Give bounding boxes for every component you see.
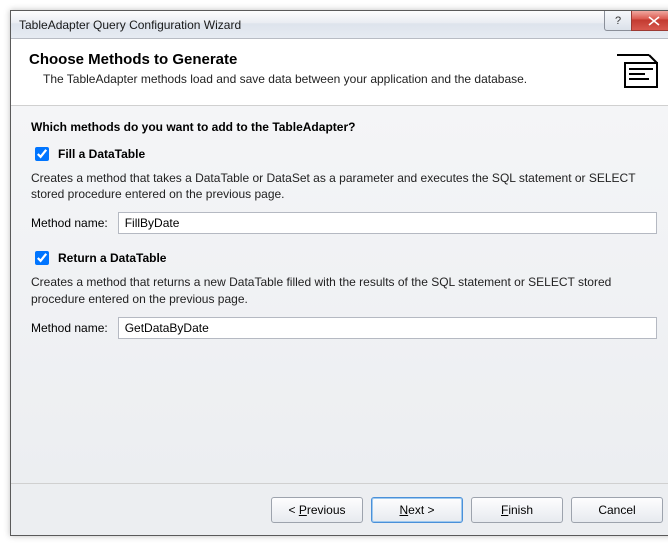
titlebar-controls: ? <box>605 11 668 31</box>
wizard-footer: < Previous Next > Finish Cancel <box>11 483 668 535</box>
return-method-label: Method name: <box>31 321 108 335</box>
finish-button[interactable]: Finish <box>471 497 563 523</box>
close-button[interactable] <box>631 11 668 31</box>
return-label: Return a DataTable <box>58 251 166 265</box>
header-title: Choose Methods to Generate <box>29 51 599 68</box>
return-checkbox[interactable] <box>35 251 49 265</box>
fill-method-label: Method name: <box>31 216 108 230</box>
body-prompt: Which methods do you want to add to the … <box>31 120 657 134</box>
fill-description: Creates a method that takes a DataTable … <box>31 170 657 202</box>
close-icon <box>648 16 660 26</box>
wizard-header: Choose Methods to Generate The TableAdap… <box>11 39 668 106</box>
fill-datatable-option: Fill a DataTable <box>31 144 657 164</box>
fill-method-row: Method name: <box>31 212 657 234</box>
wizard-body: Which methods do you want to add to the … <box>11 106 668 483</box>
fill-method-input[interactable] <box>118 212 657 234</box>
wizard-window: TableAdapter Query Configuration Wizard … <box>10 10 668 536</box>
header-subtitle: The TableAdapter methods load and save d… <box>43 72 599 86</box>
fill-label: Fill a DataTable <box>58 147 145 161</box>
cancel-button[interactable]: Cancel <box>571 497 663 523</box>
window-title: TableAdapter Query Configuration Wizard <box>19 18 241 32</box>
help-button[interactable]: ? <box>604 11 632 31</box>
return-method-input[interactable] <box>118 317 657 339</box>
fill-checkbox[interactable] <box>35 147 49 161</box>
help-icon: ? <box>615 15 621 27</box>
return-datatable-option: Return a DataTable <box>31 248 657 268</box>
return-description: Creates a method that returns a new Data… <box>31 274 657 306</box>
previous-button[interactable]: < Previous <box>271 497 363 523</box>
titlebar: TableAdapter Query Configuration Wizard … <box>11 11 668 39</box>
header-text: Choose Methods to Generate The TableAdap… <box>29 49 599 86</box>
return-method-row: Method name: <box>31 317 657 339</box>
wizard-header-icon <box>611 51 659 91</box>
next-button[interactable]: Next > <box>371 497 463 523</box>
